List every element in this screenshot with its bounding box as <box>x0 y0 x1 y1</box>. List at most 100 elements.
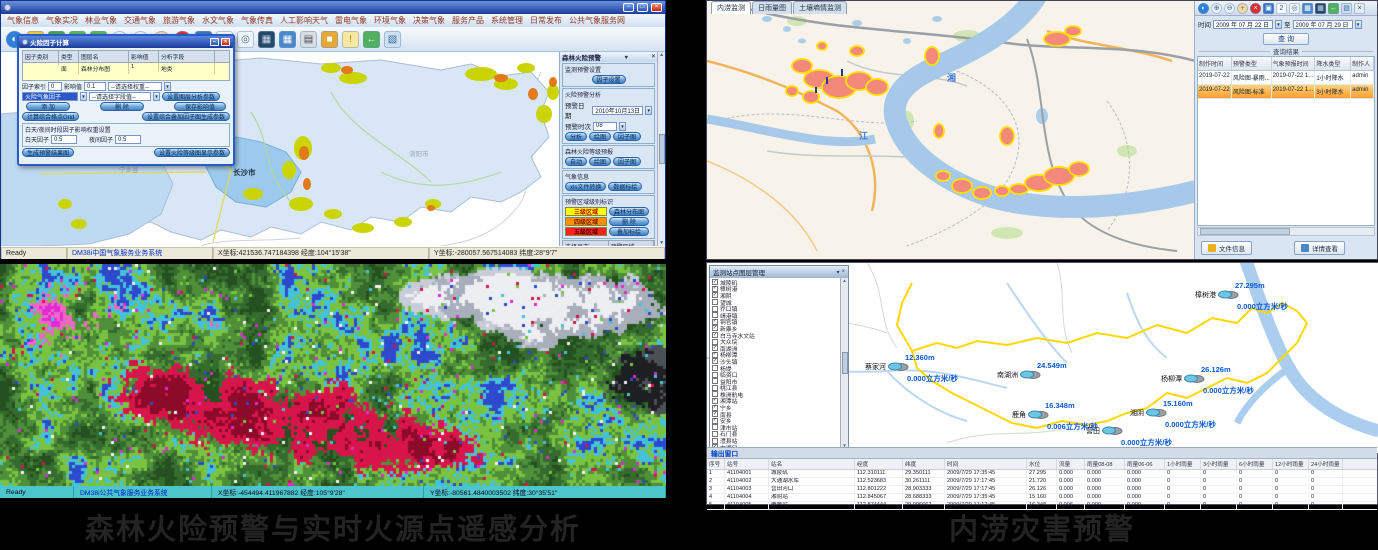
checkbox[interactable]: ✓ <box>712 319 718 325</box>
checkbox[interactable] <box>712 391 718 397</box>
panel-scrollbar[interactable]: ▲▼ <box>657 52 665 246</box>
table-row[interactable]: 341104003营田河口112.80122228.9033332009/7/2… <box>707 486 1377 494</box>
zoom-out-icon[interactable]: ⊖ <box>1224 3 1235 14</box>
pin-icon[interactable]: ▾ <box>625 54 628 61</box>
weather-button-1[interactable]: 数据标绘 <box>608 182 642 191</box>
analysis-button-2[interactable]: 因子图 <box>613 132 641 141</box>
factor-settings-button[interactable]: 因子设置 <box>592 75 626 84</box>
checkbox[interactable] <box>712 431 718 437</box>
tab-1[interactable]: 日雨量图 <box>752 1 792 14</box>
compute-grid-button[interactable]: 计算综合格点Grid <box>22 112 79 121</box>
checkbox[interactable] <box>712 385 718 391</box>
warning-result-table[interactable]: 制作时间预警类型气象预报时间降水类型制作人 2019-07-22 1...风险图… <box>1197 56 1375 226</box>
forecast-button-2[interactable]: 因子图 <box>613 157 641 166</box>
window-icon[interactable]: ▣ <box>1263 3 1274 14</box>
checkbox[interactable]: ✓ <box>712 345 718 351</box>
day-factor-input[interactable]: 0.5 <box>51 135 77 144</box>
checkbox[interactable]: ✓ <box>712 398 718 404</box>
output-tab[interactable]: 输出窗口 <box>707 448 1377 459</box>
weight-select[interactable]: --请选择权重-- <box>108 82 162 91</box>
window-titlebar[interactable]: − □ × <box>1 1 665 14</box>
warning-date-field[interactable]: 2010年10月13日 <box>592 106 643 115</box>
maximize-button[interactable]: □ <box>637 3 648 12</box>
checkbox[interactable] <box>712 372 718 378</box>
analysis-button-1[interactable]: 绘图 <box>589 132 611 141</box>
collapse-icon[interactable]: ▾ <box>836 269 839 276</box>
pan-hand-icon[interactable]: + <box>1237 3 1248 14</box>
print-icon[interactable]: ▤ <box>300 31 317 48</box>
impact-input[interactable]: 0.1 <box>84 82 106 91</box>
delete-button[interactable]: 删 除 <box>100 102 144 111</box>
page2-icon[interactable]: 2 <box>1276 3 1287 14</box>
checkbox[interactable]: ✓ <box>712 352 718 358</box>
table-row[interactable]: 241104002大通湖水库112.52368330.2611112009/7/… <box>707 478 1377 486</box>
menu-item-3[interactable]: 交通气象 <box>124 15 156 26</box>
checkbox[interactable]: ✓ <box>712 405 718 411</box>
weather-button-0[interactable]: xls文件转换 <box>565 182 606 191</box>
checkbox[interactable]: ✓ <box>712 332 718 338</box>
chevron-down-icon[interactable]: ▼ <box>1355 20 1362 29</box>
layers-blue-icon[interactable]: ▦ <box>1302 3 1313 14</box>
menu-item-2[interactable]: 林业气象 <box>85 15 117 26</box>
key-icon[interactable]: ! <box>342 31 359 48</box>
layers-dark-icon[interactable]: ▦ <box>1315 3 1326 14</box>
checkbox[interactable]: ✓ <box>712 418 718 424</box>
checkbox[interactable] <box>712 339 718 345</box>
dialog-close-button[interactable]: × <box>221 38 230 46</box>
image-icon[interactable]: ▧ <box>1341 3 1352 14</box>
factor-table-row[interactable]: 面森林分布图1地类 <box>22 63 230 81</box>
scroll-up-icon[interactable]: ▲ <box>842 278 846 283</box>
minimize-button[interactable]: − <box>623 3 634 12</box>
scroll-thumb[interactable] <box>1200 228 1290 235</box>
tab-2[interactable]: 土壤墒情监测 <box>793 1 847 14</box>
menu-item-4[interactable]: 旅游气象 <box>163 15 195 26</box>
zone-button-0[interactable]: 森林分布图 <box>609 207 649 216</box>
field-select[interactable]: --请选择字段值-- <box>89 92 151 101</box>
factor-select[interactable]: 火险气象因子 <box>22 92 78 101</box>
layers-blue-icon[interactable]: ▦ <box>279 31 296 48</box>
forecast-button-0[interactable]: 自动 <box>565 157 587 166</box>
menu-item-10[interactable]: 决策气象 <box>413 15 445 26</box>
scroll-up-icon[interactable]: ▲ <box>659 52 664 58</box>
date-from-field[interactable]: 2009 年 07 月 22 日 <box>1213 20 1273 29</box>
chevron-down-icon[interactable]: ▼ <box>645 106 652 115</box>
layer-panel-titlebar[interactable]: 监测站点图层管理 ▾ × <box>710 266 848 278</box>
zone-button-1[interactable]: 删 除 <box>609 217 649 226</box>
add-button[interactable]: 添 加 <box>26 102 70 111</box>
chevron-down-icon[interactable]: ▼ <box>1275 20 1282 29</box>
table-row[interactable]: 441104004湘阴站112.84506728.6883332009/7/29… <box>707 494 1377 502</box>
globe-icon[interactable]: ◐ <box>1198 3 1209 14</box>
scroll-thumb[interactable] <box>842 352 848 374</box>
checkbox[interactable]: ✓ <box>712 358 718 364</box>
checkbox[interactable] <box>712 438 718 444</box>
street-map[interactable]: 湘江 内涝监测日雨量图土壤墒情监测 <box>707 1 1196 259</box>
back-icon[interactable]: ← <box>363 31 380 48</box>
tab-0[interactable]: 内涝监测 <box>711 1 751 14</box>
file-info-button[interactable]: 文件信息 <box>1201 241 1252 255</box>
zoom-in-icon[interactable]: ⊕ <box>1211 3 1222 14</box>
menu-item-6[interactable]: 气象传真 <box>241 15 273 26</box>
chevron-down-icon[interactable]: ▼ <box>164 82 171 91</box>
stop-icon[interactable]: × <box>1250 3 1261 14</box>
checkbox[interactable]: ✓ <box>712 286 718 292</box>
list-scrollbar[interactable]: ▲▼ <box>840 278 848 448</box>
set-overlay-params-button[interactable]: 设置综合叠加因子图生成参数 <box>142 112 230 121</box>
generate-result-button[interactable]: 生成预警结果图 <box>22 148 74 157</box>
back-icon[interactable]: ← <box>1328 3 1339 14</box>
date-to-field[interactable]: 2009 年 07 月 29 日 <box>1293 20 1353 29</box>
checkbox[interactable]: ✓ <box>712 325 718 331</box>
menu-item-14[interactable]: 公共气象服务网 <box>569 15 625 26</box>
table-row[interactable]: 2019-07-22 1...风险图-标准2019-07-22 1...3小时降… <box>1198 85 1374 99</box>
menu-item-9[interactable]: 环境气象 <box>374 15 406 26</box>
checkbox[interactable] <box>712 365 718 371</box>
close-icon[interactable]: × <box>1354 3 1365 14</box>
panel-header[interactable]: 森林火险预警 ▾ × <box>560 52 657 62</box>
dialog-titlebar[interactable]: 火险因子计算 − × <box>19 36 233 48</box>
menu-item-12[interactable]: 系统管理 <box>491 15 523 26</box>
checkbox[interactable]: ✓ <box>712 279 718 285</box>
scroll-down-icon[interactable]: ▼ <box>659 240 664 246</box>
table-row[interactable]: 141104001城陵矶112.31011129.3501112009/7/29… <box>707 470 1377 478</box>
menu-item-13[interactable]: 日常发布 <box>530 15 562 26</box>
checkbox[interactable] <box>712 312 718 318</box>
close-icon[interactable]: × <box>841 269 845 275</box>
